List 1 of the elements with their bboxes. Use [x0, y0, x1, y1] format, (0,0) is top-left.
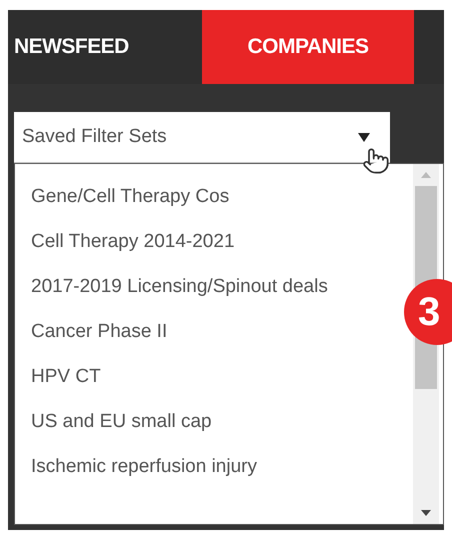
select-value: Saved Filter Sets	[22, 124, 168, 149]
